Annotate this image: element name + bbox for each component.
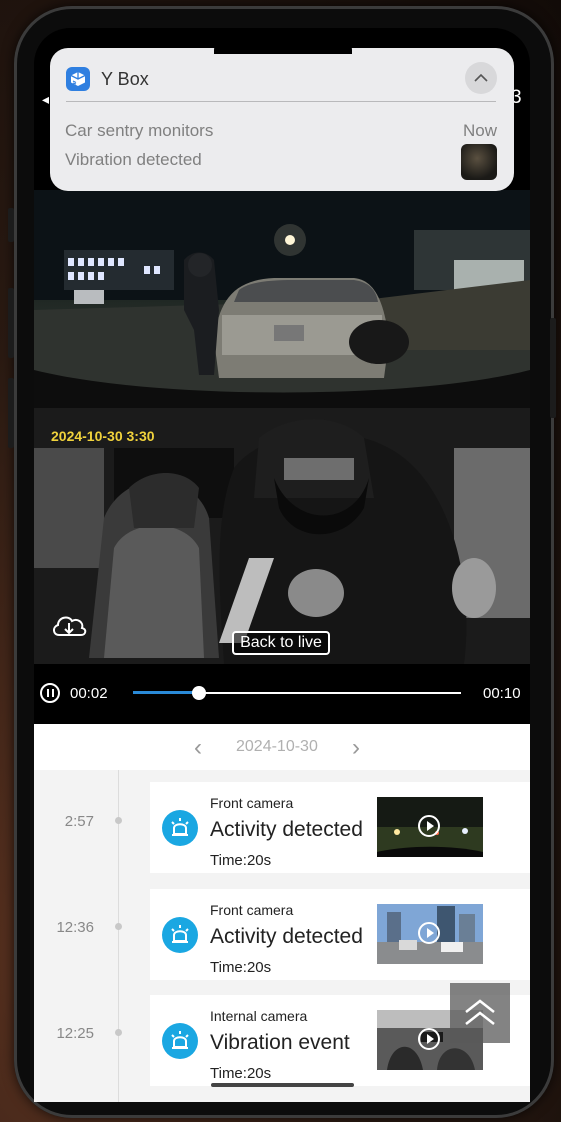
notification-body: Vibration detected [65, 150, 202, 169]
event-thumbnail[interactable] [377, 797, 483, 857]
camera-name: Internal camera [210, 1008, 308, 1024]
event-duration: Time:20s [210, 959, 272, 976]
current-time: 00:02 [70, 685, 108, 702]
alarm-light-icon [162, 917, 198, 953]
progress-fill [133, 691, 199, 694]
double-chevron-up-icon [465, 999, 495, 1025]
chevron-left-icon[interactable]: ‹ [194, 734, 202, 762]
front-camera-video[interactable] [34, 190, 530, 408]
event-time-label: 12:36 [56, 919, 94, 936]
notification-title: Car sentry monitors [65, 121, 214, 140]
pause-icon[interactable] [40, 683, 60, 703]
chevron-right-icon[interactable]: › [352, 734, 360, 762]
event-time-label: 12:25 [56, 1025, 94, 1042]
notification-thumbnail [461, 144, 497, 180]
timeline-dot [115, 1029, 122, 1036]
timeline-dot [115, 817, 122, 824]
back-to-live-button[interactable]: Back to live [232, 631, 330, 655]
total-time: 00:10 [483, 685, 521, 702]
status-back-glyph: ◂ [42, 91, 50, 107]
notification-app-name: Y Box [101, 69, 149, 89]
internal-camera-scene [34, 408, 530, 664]
event-card[interactable]: Front camera Activity detected Time:20s [150, 889, 530, 980]
alarm-light-icon [162, 1023, 198, 1059]
event-duration: Time:20s [210, 1065, 272, 1082]
event-thumbnail[interactable] [377, 904, 483, 964]
event-card[interactable]: Front camera Activity detected Time:20s [150, 782, 530, 873]
cloud-download-icon[interactable] [50, 611, 88, 639]
chevron-up-icon[interactable] [465, 62, 497, 94]
event-type: Vibration event [210, 1031, 350, 1054]
notch [214, 40, 352, 54]
notification-time: Now [462, 121, 497, 140]
alarm-light-icon [162, 810, 198, 846]
video-timestamp: 2024-10-30 3:30 [51, 428, 155, 444]
scroll-to-top-button[interactable] [450, 983, 510, 1043]
play-icon [418, 1028, 440, 1050]
play-icon [418, 815, 440, 837]
selected-date[interactable]: 2024-10-30 [236, 738, 318, 756]
play-icon [418, 922, 440, 944]
cube-icon [66, 67, 90, 91]
event-duration: Time:20s [210, 852, 272, 869]
date-navigator: ‹ 2024-10-30 › [34, 724, 530, 770]
internal-camera-video[interactable] [34, 408, 530, 664]
player-controls [34, 664, 530, 724]
phone-side-button [8, 208, 14, 242]
push-notification[interactable]: Y Box Car sentry monitors Now Vibration … [50, 48, 514, 191]
phone-volume-down-button [8, 378, 14, 448]
camera-name: Front camera [210, 902, 294, 918]
front-camera-scene [34, 190, 530, 408]
home-indicator[interactable] [211, 1083, 354, 1087]
event-time-label: 2:57 [64, 813, 94, 830]
event-list-panel: ‹ 2024-10-30 › 2:57 Front camera Activit… [34, 724, 530, 1102]
progress-slider[interactable] [133, 686, 461, 700]
timeline-dot [115, 923, 122, 930]
progress-handle[interactable] [191, 686, 206, 700]
phone-volume-up-button [8, 288, 14, 358]
notification-divider [66, 101, 496, 102]
phone-power-button [550, 318, 556, 418]
camera-name: Front camera [210, 795, 294, 811]
event-type: Activity detected [210, 818, 363, 841]
event-type: Activity detected [210, 925, 363, 948]
